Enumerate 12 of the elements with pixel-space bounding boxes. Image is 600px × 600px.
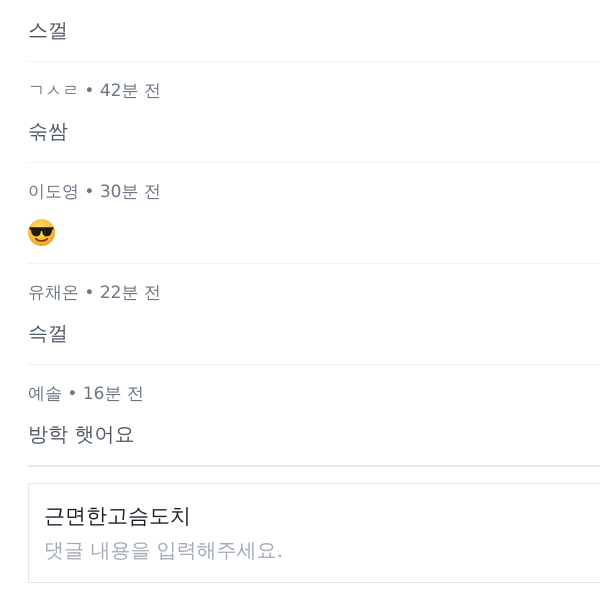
commenter-name: 근면한고슴도치 xyxy=(44,503,192,530)
comment-text: 스껄 xyxy=(28,17,69,44)
comment-byline: ㄱㅅㄹ • 42분 전 xyxy=(28,80,162,103)
comment-byline: 예솔 • 16분 전 xyxy=(28,383,145,406)
comment-byline: 유채온 • 22분 전 xyxy=(28,282,162,305)
comment-text: 숚쌈 xyxy=(28,118,69,145)
comment-text: 방학 햇어요 xyxy=(28,421,136,448)
comment-byline: 이도영 • 30분 전 xyxy=(28,181,162,204)
comment-text: 슥껄 xyxy=(28,320,69,347)
sunglasses-face-icon xyxy=(28,218,55,246)
comment-field[interactable]: 근면한고슴도치 댓글 내용을 입력해주세요. xyxy=(28,483,600,583)
comment-input[interactable]: 댓글 내용을 입력해주세요. xyxy=(44,533,584,567)
